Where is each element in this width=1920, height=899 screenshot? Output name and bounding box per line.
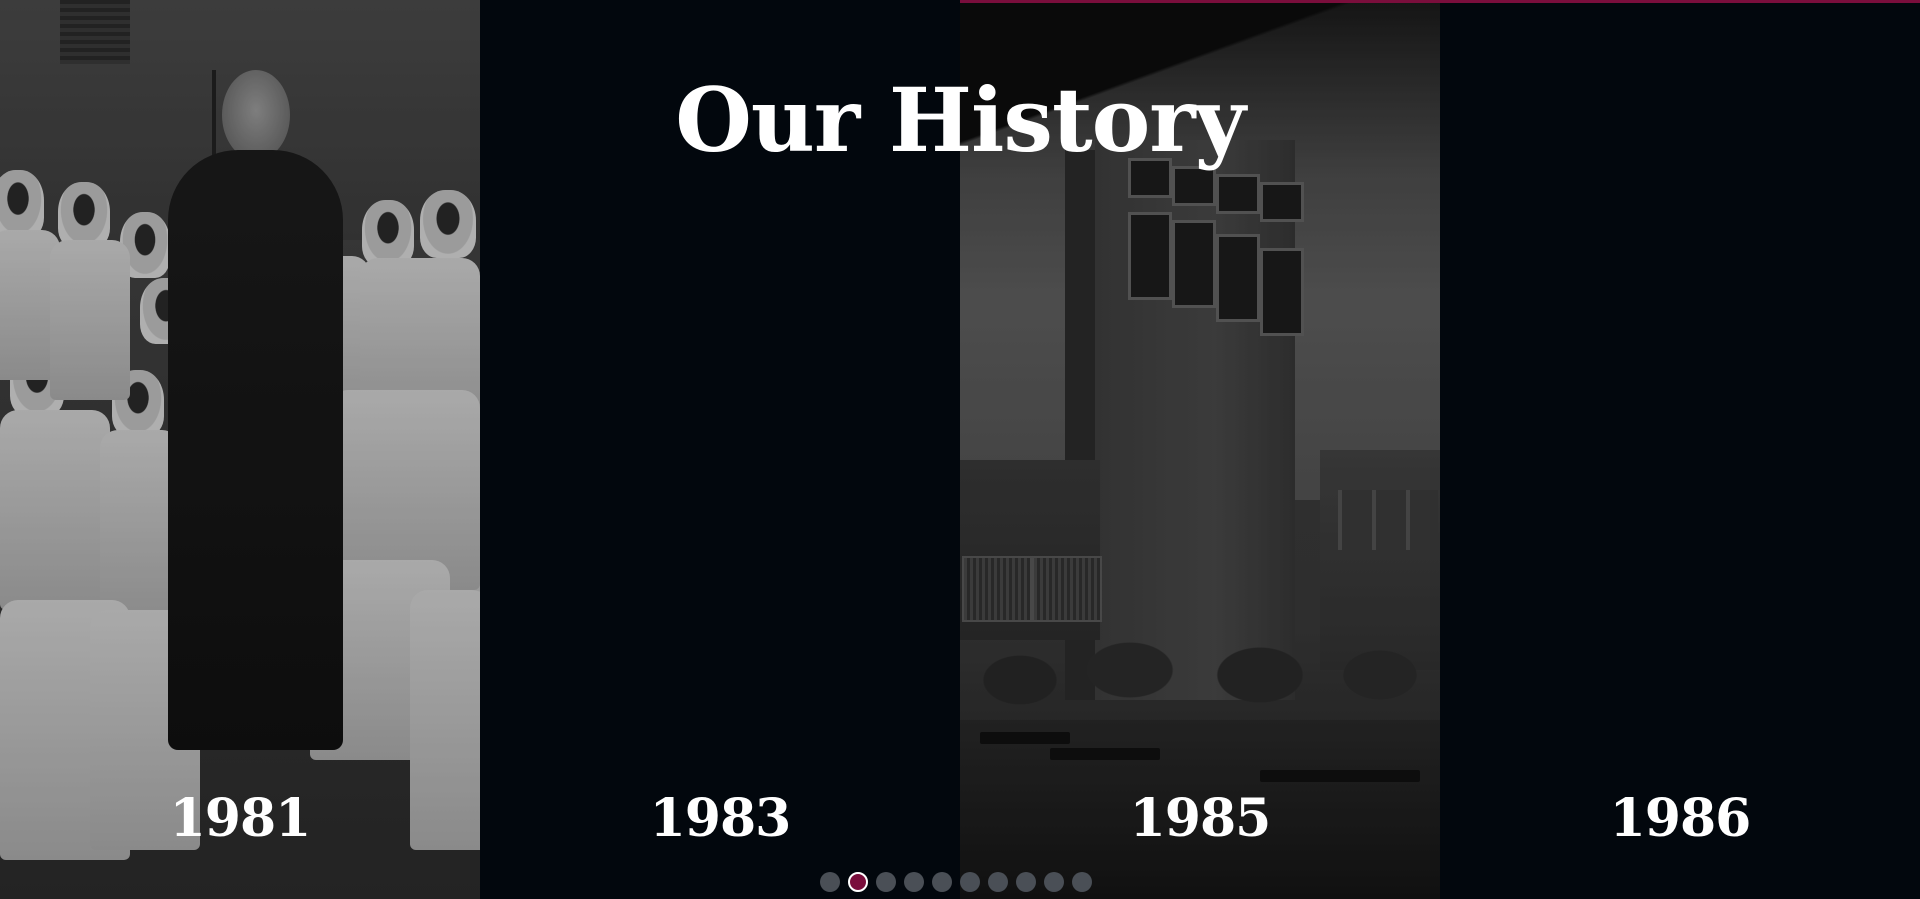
accent-bar — [960, 0, 1920, 3]
year-label-1986[interactable]: 1986 — [1440, 788, 1920, 849]
pagination-dot[interactable] — [876, 872, 896, 892]
pagination-dot[interactable] — [848, 872, 868, 892]
pagination-dot[interactable] — [988, 872, 1008, 892]
pagination-dot[interactable] — [1044, 872, 1064, 892]
pagination-dot[interactable] — [960, 872, 980, 892]
pagination-dot[interactable] — [820, 872, 840, 892]
year-label-1985[interactable]: 1985 — [960, 788, 1440, 849]
year-label-1981[interactable]: 1981 — [0, 788, 480, 849]
pagination-dot[interactable] — [1072, 872, 1092, 892]
history-section: 1981 1983 1985 1986 Our History — [0, 0, 1920, 899]
year-label-1983[interactable]: 1983 — [480, 788, 960, 849]
carousel-pagination — [820, 872, 1092, 892]
page-title: Our History — [675, 68, 1246, 172]
pagination-dot[interactable] — [932, 872, 952, 892]
pagination-dot[interactable] — [904, 872, 924, 892]
pagination-dot[interactable] — [1016, 872, 1036, 892]
